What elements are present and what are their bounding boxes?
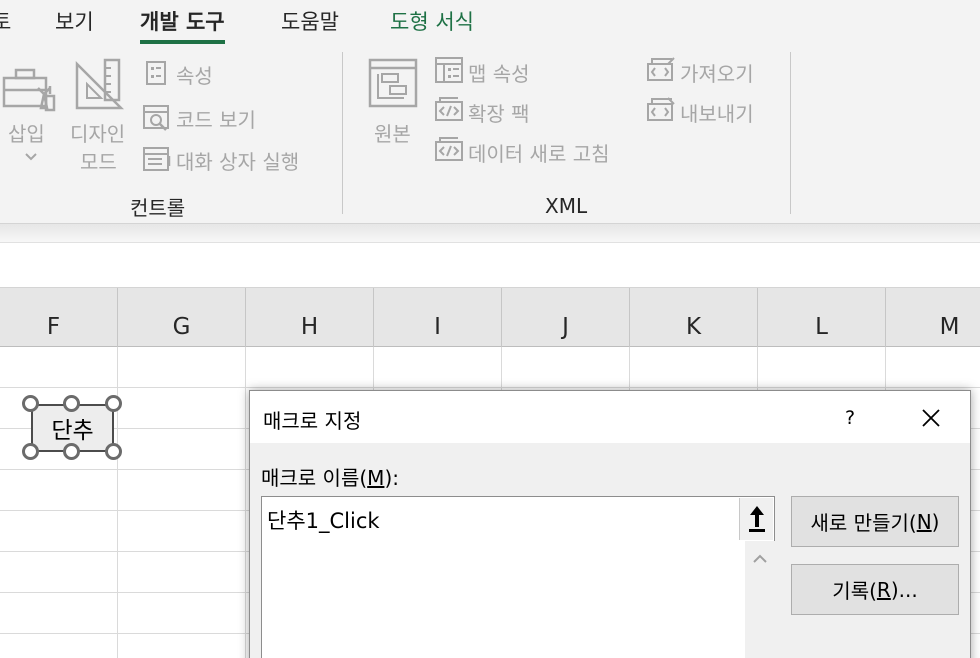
tab-shape-format[interactable]: 도형 서식 — [390, 6, 474, 36]
view-code-label: 코드 보기 — [176, 108, 256, 132]
tab-help[interactable]: 도움말 — [281, 6, 339, 36]
properties-label: 속성 — [176, 64, 213, 88]
column-header-m[interactable]: M — [886, 288, 980, 347]
import-label: 가져오기 — [680, 62, 754, 86]
insert-label: 삽입 — [8, 122, 45, 146]
resize-handle[interactable] — [105, 443, 122, 460]
export-label: 내보내기 — [680, 102, 754, 126]
resize-handle[interactable] — [22, 443, 39, 460]
chevron-down-icon — [25, 153, 37, 161]
import-icon — [647, 57, 675, 81]
column-header-row: F G H I J K L M — [0, 288, 980, 347]
ribbon-tab-bar: 토 보기 개발 도구 도움말 도형 서식 — [0, 0, 980, 44]
xml-source-label: 원본 — [374, 122, 411, 146]
run-dialog-icon — [143, 147, 171, 171]
column-header-h[interactable]: H — [246, 288, 374, 347]
map-properties-label: 맵 속성 — [468, 62, 530, 86]
refresh-data-label: 데이터 새로 고침 — [468, 142, 610, 166]
xml-group-label: XML — [545, 194, 588, 218]
help-button[interactable]: ? — [835, 403, 865, 433]
column-header-k[interactable]: K — [630, 288, 758, 347]
ribbon-shadow — [0, 224, 980, 242]
column-header-l[interactable]: L — [758, 288, 886, 347]
formula-bar[interactable] — [0, 242, 980, 288]
expansion-packs-icon — [435, 97, 463, 121]
close-icon — [922, 409, 940, 427]
macro-list[interactable] — [261, 541, 775, 658]
xml-source-icon — [368, 58, 418, 108]
new-macro-button[interactable]: 새로 만들기(N) — [791, 496, 959, 547]
scroll-up-button[interactable] — [745, 547, 775, 571]
ribbon: 삽입 디자인 모드 속성 코드 보기 대화 상자 실행 컨트롤 원본 맵 속성 … — [0, 44, 980, 224]
column-header-j[interactable]: J — [502, 288, 630, 347]
map-properties-icon — [435, 57, 463, 83]
expansion-packs-label: 확장 팩 — [468, 102, 530, 126]
dialog-title: 매크로 지정 — [263, 409, 362, 433]
macro-name-input[interactable]: 단추1_Click — [261, 496, 775, 542]
collapse-dialog-button[interactable] — [739, 498, 773, 540]
dialog-titlebar[interactable]: 매크로 지정 ? — [250, 391, 970, 443]
vertical-scrollbar[interactable] — [745, 541, 775, 658]
group-separator — [342, 52, 343, 214]
toolbox-icon — [2, 68, 56, 112]
resize-handle[interactable] — [63, 443, 80, 460]
resize-handle[interactable] — [22, 395, 39, 412]
view-code-icon — [143, 105, 169, 131]
collapse-dialog-icon — [749, 506, 765, 532]
controls-group-label: 컨트롤 — [130, 196, 186, 220]
export-icon — [647, 97, 675, 121]
design-mode-label-line1: 디자인 — [70, 122, 126, 146]
column-header-g[interactable]: G — [118, 288, 246, 347]
column-header-f[interactable]: F — [0, 288, 118, 347]
tab-developer[interactable]: 개발 도구 — [140, 6, 225, 44]
grid-line — [0, 387, 980, 388]
record-macro-button[interactable]: 기록(R)... — [791, 564, 959, 615]
resize-handle[interactable] — [105, 395, 122, 412]
grid-line — [117, 347, 118, 658]
assign-macro-dialog: 매크로 지정 ? 매크로 이름(M): 단추1_Click 새로 만들기(N) — [249, 390, 971, 658]
macro-name-value: 단추1_Click — [267, 509, 380, 533]
macro-name-label: 매크로 이름(M): — [261, 466, 399, 490]
tab-view[interactable]: 보기 — [55, 6, 94, 36]
run-dialog-label: 대화 상자 실행 — [176, 150, 300, 174]
scroll-up-icon — [753, 554, 767, 563]
tab-partial[interactable]: 토 — [0, 6, 11, 36]
refresh-data-icon — [435, 137, 463, 161]
properties-icon — [146, 61, 166, 85]
close-button[interactable] — [914, 402, 948, 434]
column-header-i[interactable]: I — [374, 288, 502, 347]
group-separator — [790, 52, 791, 214]
design-mode-label-line2: 모드 — [80, 150, 117, 174]
design-mode-icon — [75, 58, 125, 110]
resize-handle[interactable] — [63, 395, 80, 412]
grid-line — [245, 347, 246, 658]
